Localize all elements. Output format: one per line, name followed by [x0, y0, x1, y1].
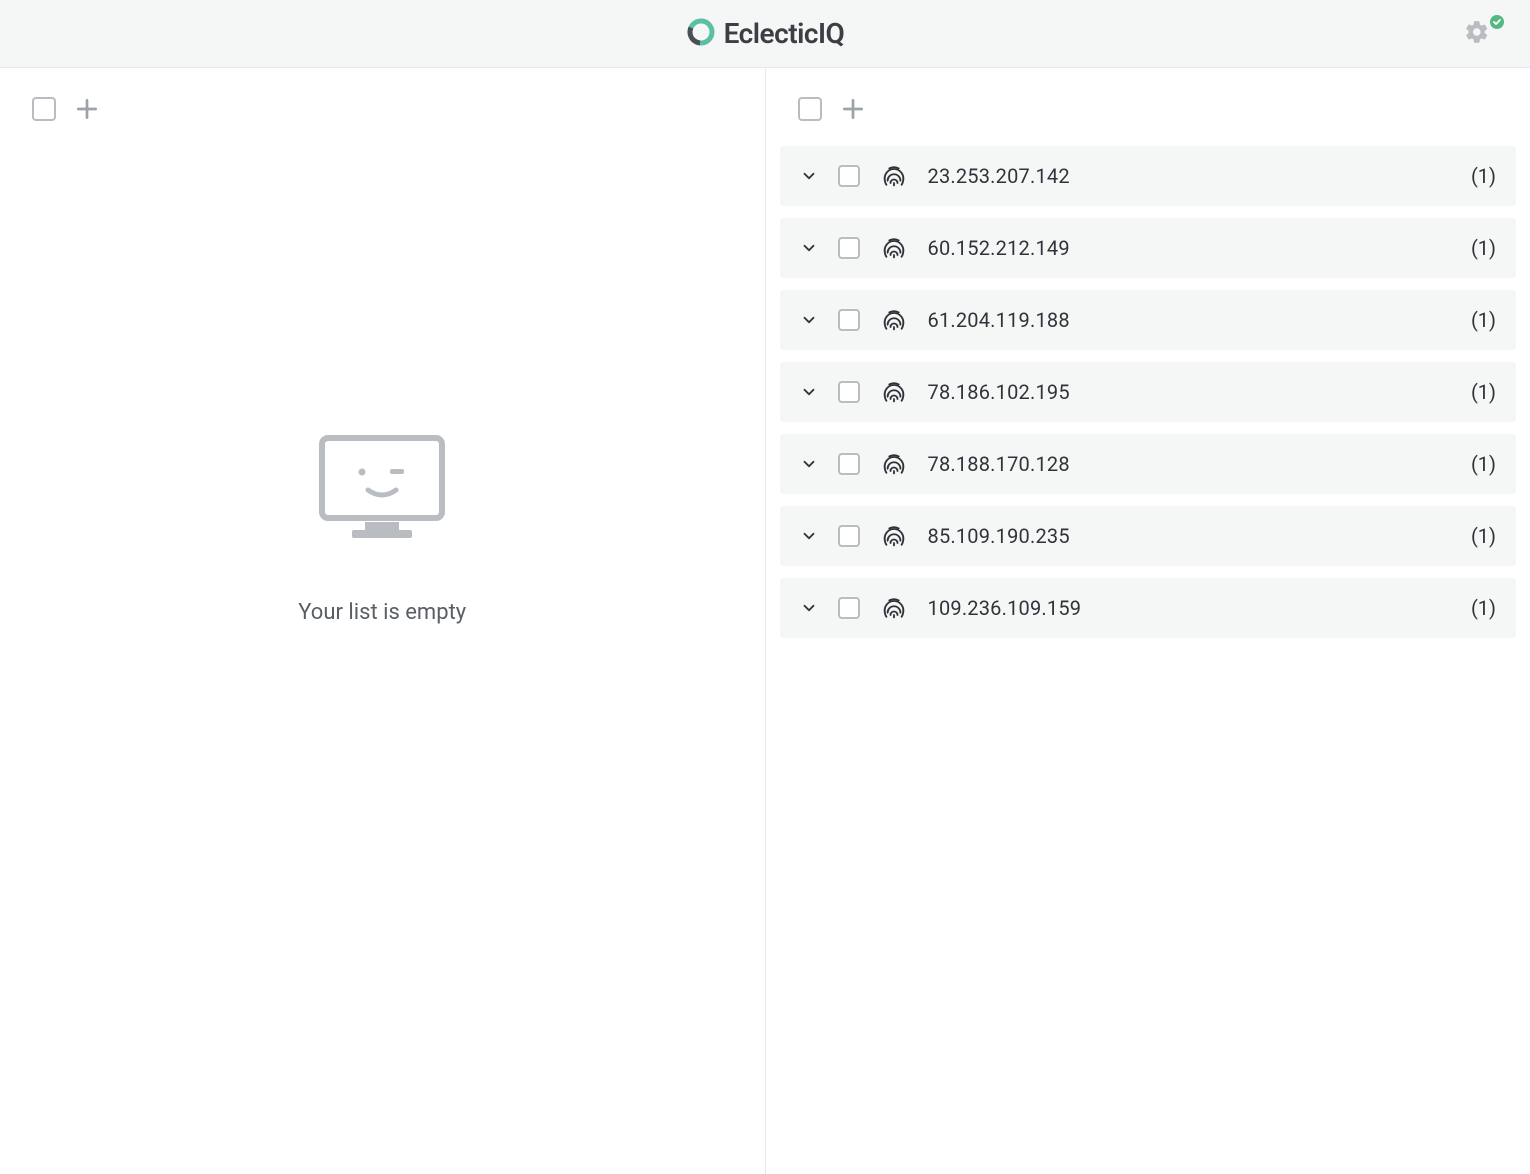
status-ok-icon	[1490, 14, 1504, 33]
gear-icon[interactable]	[1464, 19, 1490, 49]
indicator-value: 109.236.109.159	[928, 596, 1451, 620]
indicator-value: 23.253.207.142	[928, 164, 1451, 188]
chevron-down-icon[interactable]	[800, 311, 818, 329]
monitor-smiley-icon	[312, 428, 452, 552]
fingerprint-icon	[880, 522, 908, 550]
add-button-left[interactable]	[74, 96, 100, 122]
fingerprint-icon	[880, 450, 908, 478]
chevron-down-icon[interactable]	[800, 455, 818, 473]
list-item[interactable]: 78.186.102.195 (1)	[780, 362, 1517, 422]
fingerprint-icon	[880, 306, 908, 334]
row-checkbox[interactable]	[838, 237, 860, 259]
indicator-list: 23.253.207.142(1)60.152.212.149(1)61.204…	[766, 138, 1530, 650]
right-panel-header	[766, 68, 1530, 138]
row-checkbox[interactable]	[838, 381, 860, 403]
left-panel: Your list is empty	[0, 68, 766, 1174]
list-item[interactable]: 109.236.109.159 (1)	[780, 578, 1517, 638]
indicator-count: (1)	[1471, 236, 1496, 260]
fingerprint-icon	[880, 594, 908, 622]
fingerprint-icon	[880, 234, 908, 262]
indicator-value: 78.186.102.195	[928, 380, 1451, 404]
indicator-value: 60.152.212.149	[928, 236, 1451, 260]
brand-name: EclecticIQ	[724, 17, 845, 50]
fingerprint-icon	[880, 378, 908, 406]
list-item[interactable]: 23.253.207.142 (1)	[780, 146, 1517, 206]
row-checkbox[interactable]	[838, 525, 860, 547]
add-button-right[interactable]	[840, 96, 866, 122]
indicator-count: (1)	[1471, 596, 1496, 620]
main-columns: Your list is empty 23.253.207.142(1)60.1…	[0, 68, 1530, 1174]
row-checkbox[interactable]	[838, 165, 860, 187]
app-header: EclecticIQ	[0, 0, 1530, 68]
empty-state: Your list is empty	[0, 138, 765, 1174]
indicator-count: (1)	[1471, 308, 1496, 332]
list-item[interactable]: 78.188.170.128 (1)	[780, 434, 1517, 494]
chevron-down-icon[interactable]	[800, 527, 818, 545]
list-item[interactable]: 61.204.119.188 (1)	[780, 290, 1517, 350]
chevron-down-icon[interactable]	[800, 167, 818, 185]
row-checkbox[interactable]	[838, 597, 860, 619]
indicator-count: (1)	[1471, 524, 1496, 548]
indicator-value: 85.109.190.235	[928, 524, 1451, 548]
indicator-count: (1)	[1471, 452, 1496, 476]
select-all-checkbox-right[interactable]	[798, 97, 822, 121]
chevron-down-icon[interactable]	[800, 599, 818, 617]
indicator-count: (1)	[1471, 164, 1496, 188]
list-item[interactable]: 60.152.212.149 (1)	[780, 218, 1517, 278]
brand-logo: EclecticIQ	[686, 17, 845, 51]
chevron-down-icon[interactable]	[800, 239, 818, 257]
indicator-value: 61.204.119.188	[928, 308, 1451, 332]
select-all-checkbox-left[interactable]	[32, 97, 56, 121]
list-item[interactable]: 85.109.190.235 (1)	[780, 506, 1517, 566]
brand-mark-icon	[686, 17, 716, 51]
indicator-count: (1)	[1471, 380, 1496, 404]
chevron-down-icon[interactable]	[800, 383, 818, 401]
indicator-value: 78.188.170.128	[928, 452, 1451, 476]
fingerprint-icon	[880, 162, 908, 190]
row-checkbox[interactable]	[838, 453, 860, 475]
right-panel: 23.253.207.142(1)60.152.212.149(1)61.204…	[766, 68, 1530, 1174]
row-checkbox[interactable]	[838, 309, 860, 331]
empty-state-text: Your list is empty	[298, 600, 466, 625]
left-panel-header	[0, 68, 765, 138]
